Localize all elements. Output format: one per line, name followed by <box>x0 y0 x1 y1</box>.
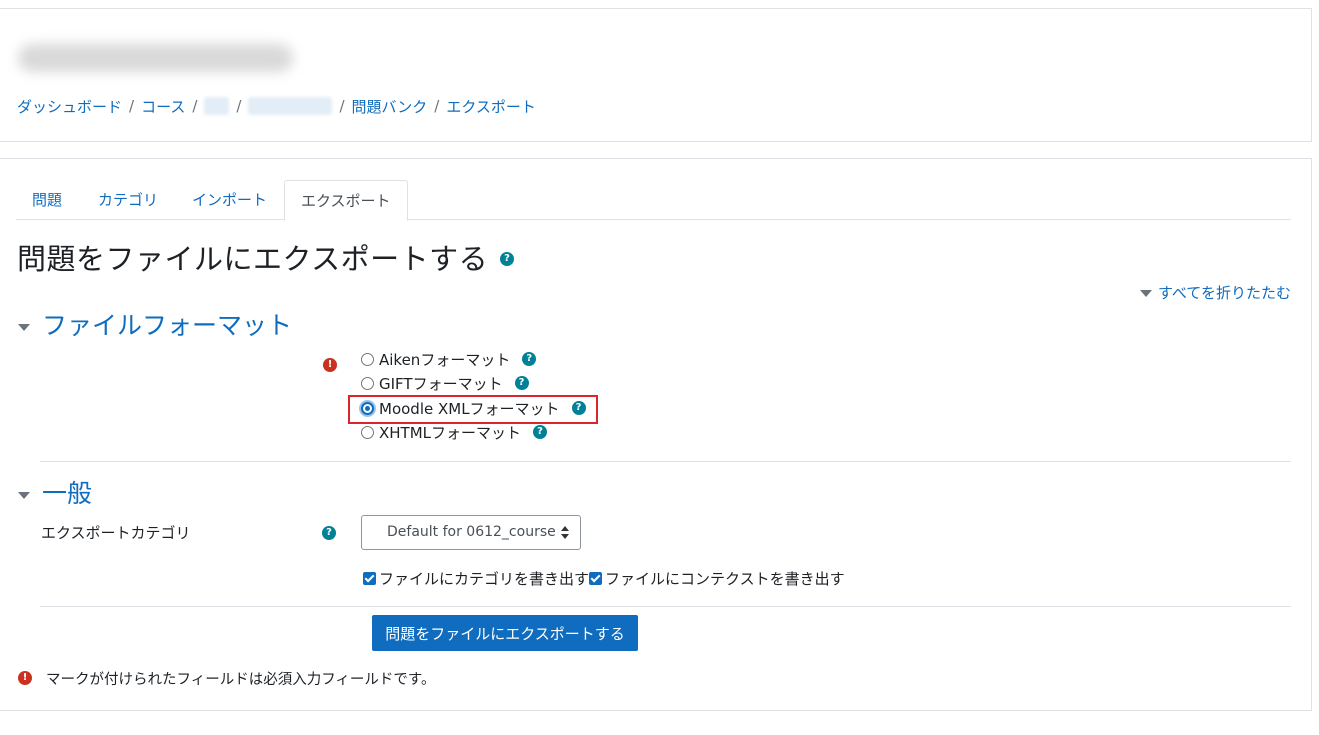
caret-down-icon <box>18 323 30 331</box>
breadcrumb-dashboard[interactable]: ダッシュボード <box>17 96 122 117</box>
breadcrumb-category-blurred[interactable] <box>204 97 230 115</box>
collapse-all-link[interactable]: すべてを折りたたむ <box>1139 282 1291 303</box>
section-file-format-heading: ファイルフォーマット <box>42 311 293 340</box>
section-general-heading: 一般 <box>42 479 93 508</box>
page-title: 問題をファイルにエクスポートする <box>17 242 489 276</box>
highlight-annotation-box <box>348 395 598 424</box>
format-option-label: Aikenフォーマット <box>379 350 511 369</box>
breadcrumb-separator: / <box>192 97 198 115</box>
export-category-select[interactable]: Default for 0612_course <box>361 515 581 550</box>
checkbox-write-context[interactable] <box>589 571 603 585</box>
format-option-xhtml[interactable]: XHTMLフォーマット ? <box>361 421 548 443</box>
format-option-label: GIFTフォーマット <box>379 374 503 393</box>
required-fields-note: マークが付けられたフィールドは必須入力フィールドです。 <box>46 672 436 688</box>
format-option-gift[interactable]: GIFTフォーマット ? <box>361 372 529 394</box>
breadcrumb: ダッシュボード / コース / / / 問題バンク / エクスポート <box>17 95 536 117</box>
radio-xhtml[interactable] <box>361 425 374 439</box>
format-option-aiken[interactable]: Aikenフォーマット ? <box>361 348 537 370</box>
tab-categories[interactable]: カテゴリ <box>82 180 174 220</box>
breadcrumb-separator: / <box>236 97 242 115</box>
collapse-all-label: すべてを折りたたむ <box>1157 284 1291 302</box>
checkbox-write-category-label[interactable]: ファイルにカテゴリを書き出す <box>379 568 589 589</box>
breadcrumb-export[interactable]: エクスポート <box>446 96 536 117</box>
breadcrumb-question-bank[interactable]: 問題バンク <box>352 96 428 117</box>
section-divider <box>40 461 1291 462</box>
select-arrows-icon <box>561 526 569 539</box>
export-submit-button[interactable]: 問題をファイルにエクスポートする <box>372 615 638 651</box>
checkbox-write-category[interactable] <box>363 571 376 585</box>
breadcrumb-separator: / <box>434 97 440 115</box>
radio-aiken[interactable] <box>361 352 374 366</box>
help-icon[interactable]: ? <box>522 352 537 366</box>
tab-export[interactable]: エクスポート <box>284 180 408 221</box>
export-category-value: Default for 0612_course <box>387 524 556 540</box>
breadcrumb-separator: / <box>129 97 135 115</box>
section-general-toggle[interactable]: 一般 <box>18 474 92 510</box>
help-icon[interactable]: ? <box>533 425 548 439</box>
breadcrumb-course-blurred[interactable] <box>248 97 333 115</box>
question-bank-tabs: 問題 カテゴリ インポート エクスポート <box>16 180 1291 221</box>
required-icon: ! <box>323 358 337 372</box>
form-actions-divider <box>40 606 1291 607</box>
required-icon: ! <box>18 671 32 685</box>
checkbox-write-context-label[interactable]: ファイルにコンテクストを書き出す <box>605 568 845 589</box>
section-file-format-toggle[interactable]: ファイルフォーマット <box>18 306 292 342</box>
tab-import[interactable]: インポート <box>176 180 283 220</box>
export-category-label: エクスポートカテゴリ <box>41 524 191 542</box>
breadcrumb-separator: / <box>339 97 345 115</box>
help-icon[interactable]: ? <box>322 526 336 540</box>
caret-down-icon <box>18 491 30 499</box>
tab-questions[interactable]: 問題 <box>16 180 78 220</box>
help-icon[interactable]: ? <box>514 376 529 390</box>
radio-gift[interactable] <box>361 376 374 390</box>
breadcrumb-courses[interactable]: コース <box>141 96 185 117</box>
caret-down-icon <box>1139 290 1152 297</box>
format-option-label: XHTMLフォーマット <box>379 423 522 442</box>
course-title-blurred <box>18 38 293 78</box>
export-options-checkboxes: ファイルにカテゴリを書き出す ファイルにコンテクストを書き出す <box>363 568 845 588</box>
help-icon[interactable]: ? <box>500 252 514 266</box>
